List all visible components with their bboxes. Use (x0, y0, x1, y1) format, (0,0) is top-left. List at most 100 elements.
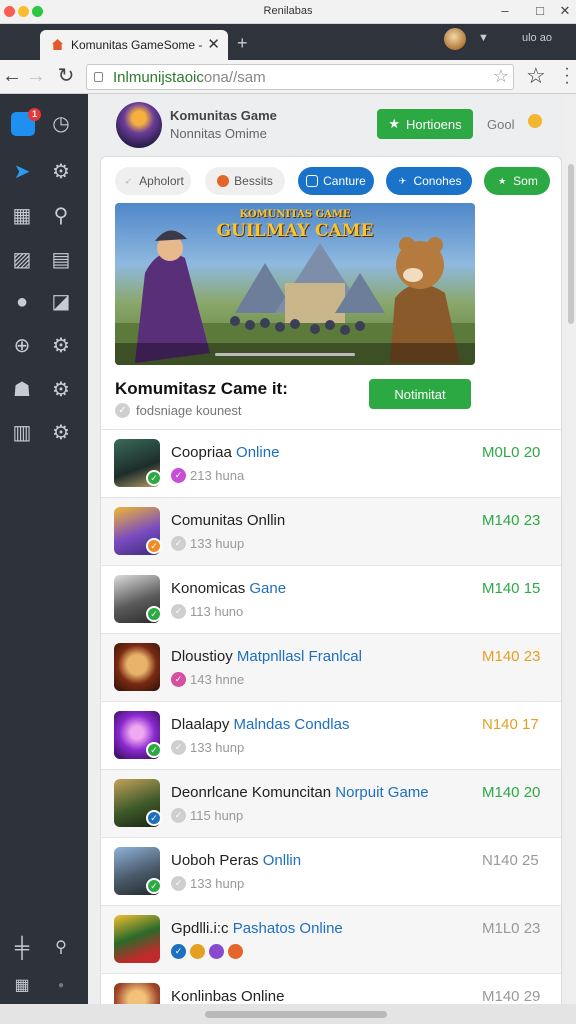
grid-icon[interactable]: ▦ (10, 204, 34, 228)
game-banner-image[interactable]: KOMUNITAS GAME GUILMAY CAME (115, 203, 475, 365)
filter-pill-som[interactable]: ★ Som (484, 167, 550, 195)
list-item-title[interactable]: Uoboh Peras Onllin (171, 852, 301, 869)
list-item-meta: ✓ 113 huno (171, 604, 243, 619)
vertical-scrollbar-thumb[interactable] (568, 164, 574, 324)
globe-icon[interactable]: ⊕ (10, 334, 34, 358)
filter-label: Bessits (234, 174, 273, 188)
book-icon[interactable]: ▥ (10, 421, 34, 445)
back-icon[interactable]: ← (2, 65, 22, 87)
list-item-price: N140 17 (482, 716, 539, 733)
filter-pill-canture[interactable]: Canture (298, 167, 374, 195)
status-check-icon: ✓ (171, 740, 186, 755)
url-path: ona//sam (203, 69, 266, 86)
list-item-meta: ✓ 143 hnne (171, 672, 244, 687)
goal-label[interactable]: Gool (487, 117, 514, 132)
chat-icon[interactable]: ● (10, 290, 34, 314)
app-sidebar: 1 ◷ ➤ ⚙ ▦ ⚲ ▨ ▤ ● ◪ ⊕ ⚙ ☗ ⚙ ▥ ⚙ ╪ ⚲ ▦ ● (0, 94, 88, 1024)
list-item-title-text: Konlinbas Online (171, 988, 285, 1005)
list-item-meta: ✓ 133 hunp (171, 876, 244, 891)
verified-badge-icon: ✓ (146, 878, 162, 894)
dot-icon: ● (57, 980, 65, 991)
list-item-title[interactable]: Gpdlli.i:c Pashatos Online (171, 920, 343, 937)
list-item[interactable]: ✓ Deonrlcane Komuncitan Norpuit Game ✓ 115 … (101, 769, 561, 837)
list-item-title[interactable]: Konlinbas Online (171, 988, 284, 1005)
list-item[interactable]: Gpdlli.i:c Pashatos Online ✓ M1L0 23 (101, 905, 561, 973)
apps-icon[interactable]: ▦ (10, 974, 34, 998)
gear-icon[interactable]: ⚙ (49, 160, 73, 184)
bookmark-star-icon[interactable]: ☆ (493, 66, 509, 87)
clock-icon[interactable]: ◷ (49, 112, 73, 136)
send-icon[interactable]: ➤ (10, 160, 34, 184)
tab-close-icon[interactable]: ✕ (207, 35, 220, 53)
image-icon[interactable]: ▨ (10, 248, 34, 272)
plus-icon[interactable]: ╪ (10, 936, 34, 960)
profile-avatar[interactable] (444, 28, 466, 50)
list-item-meta-text: 213 huna (190, 468, 245, 483)
horizontal-scrollbar-thumb[interactable] (205, 1011, 387, 1018)
community-avatar[interactable] (116, 102, 162, 148)
list-item-price: M0L0 20 (482, 444, 541, 461)
chevron-down-icon[interactable]: ▼ (478, 32, 489, 44)
horizontal-scrollbar[interactable] (0, 1004, 576, 1024)
list-item-title-text: Gpdlli.i:c (171, 920, 233, 937)
coin-icon[interactable] (528, 114, 542, 128)
list-item-title-highlight: Pashatos Online (232, 920, 343, 937)
star-icon: ★ (388, 116, 400, 131)
list-item-title[interactable]: Konomicas Gane (171, 580, 286, 597)
browser-tab[interactable]: Komunitas GameSome - ✕ (40, 30, 228, 60)
person-icon[interactable]: ☗ (10, 378, 34, 402)
list-item-title[interactable]: Dlaalapy Malndas Condlas (171, 716, 349, 733)
vertical-scrollbar[interactable] (566, 94, 576, 1004)
bookmarks-star-icon[interactable]: ☆ (526, 63, 546, 89)
list-item-meta-text: 133 huup (190, 536, 245, 551)
list-item-title[interactable]: Deonrlcane Komuncitan Norpuit Game (171, 784, 429, 801)
maximize-icon[interactable]: □ (532, 3, 548, 18)
search-icon[interactable]: ⚲ (49, 936, 73, 960)
home-icon (52, 39, 63, 50)
list-item-title-highlight: Norpuit Game (335, 784, 429, 801)
list-item-title-text: Konomicas (171, 580, 250, 597)
list-item[interactable]: Dloustioy Matpnllasl Franlcal ✓ 143 hnne M1… (101, 633, 561, 701)
forward-icon[interactable]: → (26, 65, 46, 87)
list-item-meta-text: 143 hnne (190, 672, 245, 687)
notification-badge: 1 (28, 108, 41, 121)
url-host: Inlmunijstaoic (113, 69, 204, 86)
filter-pill-bessits[interactable]: Bessits (205, 167, 285, 195)
edit-icon[interactable]: ◪ (49, 290, 73, 314)
list-item-title[interactable]: Dloustioy Matpnllasl Franlcal (171, 648, 362, 665)
filter-pill-apholort[interactable]: ➶ Apholort (115, 167, 191, 195)
tab-strip: Komunitas GameSome - ✕ (0, 24, 576, 60)
list-item[interactable]: ✓ Konomicas Gane ✓ 113 huno M140 15 (101, 565, 561, 633)
list-item[interactable]: ✓ Comunitas Onllin ✓ 133 huup M140 23 (101, 497, 561, 565)
list-item-title-highlight: Matpnllasl Franlcal (236, 648, 362, 665)
filter-label: Canture (323, 174, 366, 188)
game-thumbnail[interactable] (114, 643, 160, 691)
follow-button[interactable]: ★ Hortioens (377, 109, 473, 139)
list-item-meta-text: 133 hunp (190, 876, 245, 891)
game-thumbnail[interactable] (114, 915, 160, 963)
list-item-title[interactable]: Comunitas Onllin (171, 512, 285, 529)
new-tab-button[interactable]: + (237, 33, 248, 54)
url-input[interactable]: Inlmunijstaoicona//sam ☆ (86, 64, 514, 90)
filter-pill-conohes[interactable]: ✈ Conohes (386, 167, 472, 195)
list-item-price: N140 25 (482, 852, 539, 869)
game-title: Komumitasz Came it: (115, 379, 288, 398)
square-icon (306, 175, 319, 187)
gear-icon[interactable]: ⚙ (49, 334, 73, 358)
menu-dots-icon[interactable]: · · · (563, 61, 571, 91)
list-item[interactable]: ✓ Dlaalapy Malndas Condlas ✓ 133 hunp N140 1… (101, 701, 561, 769)
notify-button[interactable]: Notimitat (369, 379, 471, 409)
minimize-icon[interactable]: – (497, 3, 513, 18)
gear-icon[interactable]: ⚙ (49, 421, 73, 445)
gear-icon[interactable]: ⚙ (49, 378, 73, 402)
list-item-title-highlight: Gane (249, 580, 287, 597)
reload-icon[interactable]: ↻ (56, 65, 76, 87)
list-item[interactable]: ✓ Coopriaa Online ✓ 213 huna M0L0 20 (101, 429, 561, 497)
game-list: ✓ Coopriaa Online ✓ 213 huna M0L0 20 ✓ Comunit… (101, 429, 561, 1023)
clipboard-icon[interactable]: ▤ (49, 248, 73, 272)
list-item-price: M1L0 23 (482, 920, 541, 937)
search-icon[interactable]: ⚲ (49, 204, 73, 228)
list-item[interactable]: ✓ Uoboh Peras Onllin ✓ 133 hunp N140 25 (101, 837, 561, 905)
close-icon[interactable]: ✕ (557, 3, 573, 19)
list-item-title[interactable]: Coopriaa Online (171, 444, 279, 461)
